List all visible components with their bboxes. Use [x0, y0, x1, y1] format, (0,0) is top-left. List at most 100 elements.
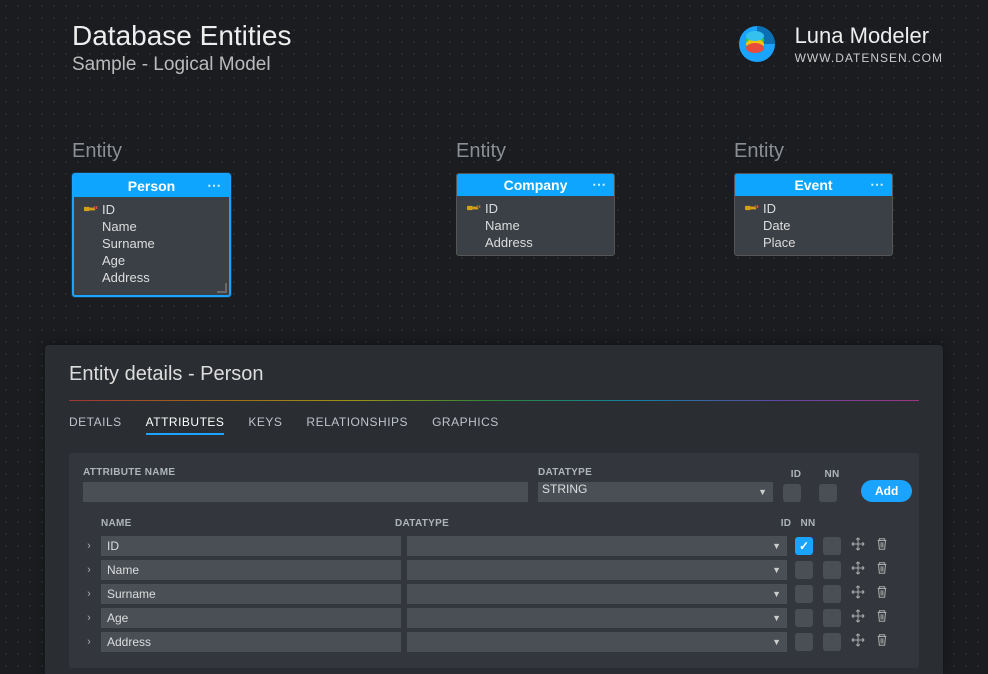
row-datatype-select[interactable]: ▼ — [407, 608, 787, 628]
move-row-icon[interactable] — [849, 585, 867, 604]
attribute-row: ›▼ — [83, 534, 905, 558]
attr-name-label: ATTRIBUTE NAME — [83, 467, 528, 478]
tab-relationships[interactable]: RELATIONSHIPS — [306, 411, 408, 435]
expand-row-icon[interactable]: › — [83, 636, 95, 648]
entity-attribute[interactable]: ID — [457, 200, 614, 217]
entity-attribute-name: Address — [102, 270, 150, 285]
tab-graphics[interactable]: GRAPHICS — [432, 411, 499, 435]
tab-keys[interactable]: KEYS — [248, 411, 282, 435]
attributes-grid-body: ›▼›▼›▼›▼›▼ — [83, 534, 905, 654]
attribute-row: ›▼ — [83, 558, 905, 582]
delete-row-icon[interactable] — [873, 561, 891, 580]
expand-row-icon[interactable]: › — [83, 564, 95, 576]
grid-header-name: NAME — [83, 518, 395, 529]
entity-attribute[interactable]: Date — [735, 217, 892, 234]
delete-row-icon[interactable] — [873, 633, 891, 652]
row-nn-checkbox[interactable] — [823, 561, 841, 579]
row-nn-checkbox[interactable] — [823, 633, 841, 651]
row-name-input[interactable] — [101, 536, 401, 556]
move-row-icon[interactable] — [849, 561, 867, 580]
entity-title[interactable]: Person⋯ — [74, 175, 229, 197]
grid-header-nn: NN — [797, 518, 819, 529]
delete-row-icon[interactable] — [873, 537, 891, 556]
move-row-icon[interactable] — [849, 609, 867, 628]
tab-details[interactable]: DETAILS — [69, 411, 122, 435]
tab-attributes[interactable]: ATTRIBUTES — [146, 411, 225, 435]
entity-title[interactable]: Company⋯ — [457, 174, 614, 196]
row-id-checkbox[interactable] — [795, 537, 813, 555]
entity-attribute-name: Date — [763, 218, 790, 233]
panel-tabs: DETAILS ATTRIBUTES KEYS RELATIONSHIPS GRAPHI… — [69, 411, 919, 435]
chevron-down-icon: ▼ — [758, 487, 767, 497]
delete-row-icon[interactable] — [873, 585, 891, 604]
entity-attribute-name: Surname — [102, 236, 155, 251]
entity-attribute[interactable]: Surname — [74, 235, 229, 252]
delete-row-icon[interactable] — [873, 609, 891, 628]
move-row-icon[interactable] — [849, 633, 867, 652]
key-icon — [467, 201, 485, 216]
entity-box[interactable]: Event⋯ ID DatePlace — [734, 173, 893, 256]
expand-row-icon[interactable]: › — [83, 540, 95, 552]
row-datatype-select[interactable]: ▼ — [407, 560, 787, 580]
attr-name-input[interactable] — [83, 482, 528, 502]
entity-menu-icon[interactable]: ⋯ — [592, 176, 606, 193]
entity-menu-icon[interactable]: ⋯ — [870, 176, 884, 193]
entity-attribute[interactable]: Name — [457, 217, 614, 234]
attr-datatype-label: DATATYPE — [538, 467, 773, 478]
entity-label: Entity — [734, 140, 784, 163]
row-id-checkbox[interactable] — [795, 561, 813, 579]
panel-title: Entity details - Person — [69, 363, 919, 386]
entity-attribute[interactable]: ID — [74, 201, 229, 218]
grid-header-datatype: DATATYPE — [395, 518, 775, 529]
add-attribute-button[interactable]: Add — [861, 480, 912, 502]
row-name-input[interactable] — [101, 608, 401, 628]
entity-attribute[interactable]: ID — [735, 200, 892, 217]
row-nn-checkbox[interactable] — [823, 537, 841, 555]
attr-nn-label: NN — [819, 469, 845, 480]
chevron-down-icon: ▼ — [772, 637, 781, 647]
row-datatype-select[interactable]: ▼ — [407, 584, 787, 604]
entity-attribute-name: ID — [763, 201, 776, 216]
attr-id-checkbox[interactable] — [783, 484, 801, 502]
resize-handle[interactable] — [217, 283, 227, 293]
key-icon — [745, 201, 763, 216]
entity-attribute[interactable]: Age — [74, 252, 229, 269]
entity-attribute-name: ID — [485, 201, 498, 216]
row-name-input[interactable] — [101, 560, 401, 580]
attr-nn-checkbox[interactable] — [819, 484, 837, 502]
attributes-form: ATTRIBUTE NAME DATATYPE STRING ▼ ID NN . — [69, 453, 919, 668]
attr-id-label: ID — [783, 469, 809, 480]
expand-row-icon[interactable]: › — [83, 612, 95, 624]
entity-attribute-name: Name — [102, 219, 137, 234]
attribute-row: ›▼ — [83, 630, 905, 654]
entity-attribute[interactable]: Address — [74, 269, 229, 286]
entity-box[interactable]: Person⋯ IDName SurnameAgeAddress — [72, 173, 231, 297]
chevron-down-icon: ▼ — [772, 565, 781, 575]
row-nn-checkbox[interactable] — [823, 609, 841, 627]
entity-menu-icon[interactable]: ⋯ — [207, 177, 221, 194]
expand-row-icon[interactable]: › — [83, 588, 95, 600]
row-nn-checkbox[interactable] — [823, 585, 841, 603]
attribute-row: ›▼ — [83, 606, 905, 630]
entity-attribute[interactable]: Address — [457, 234, 614, 251]
row-name-input[interactable] — [101, 632, 401, 652]
move-row-icon[interactable] — [849, 537, 867, 556]
entity-box[interactable]: Company⋯ ID NameAddress — [456, 173, 615, 256]
row-datatype-select[interactable]: ▼ — [407, 536, 787, 556]
entity-attribute[interactable]: Name — [74, 218, 229, 235]
row-id-checkbox[interactable] — [795, 609, 813, 627]
attr-datatype-value: STRING — [542, 482, 587, 496]
chevron-down-icon: ▼ — [772, 541, 781, 551]
row-datatype-select[interactable]: ▼ — [407, 632, 787, 652]
chevron-down-icon: ▼ — [772, 613, 781, 623]
row-name-input[interactable] — [101, 584, 401, 604]
entity-attribute-name: Name — [485, 218, 520, 233]
entity-details-panel: Entity details - Person DETAILS ATTRIBUTE… — [45, 345, 943, 674]
entity-title[interactable]: Event⋯ — [735, 174, 892, 196]
row-id-checkbox[interactable] — [795, 585, 813, 603]
attr-datatype-select[interactable]: STRING ▼ — [538, 482, 773, 502]
row-id-checkbox[interactable] — [795, 633, 813, 651]
attributes-grid-header: NAME DATATYPE ID NN — [83, 516, 905, 534]
entity-attribute[interactable]: Place — [735, 234, 892, 251]
attribute-row: ›▼ — [83, 582, 905, 606]
